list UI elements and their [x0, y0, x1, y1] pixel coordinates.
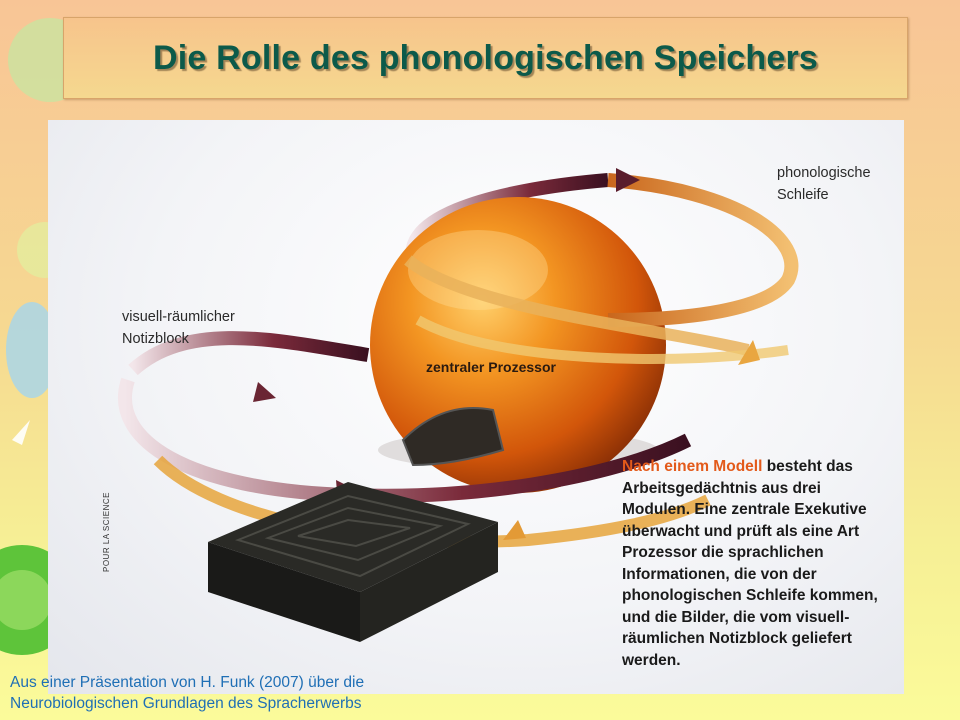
caption-text: besteht das Arbeitsgedächtnis aus drei M…: [622, 458, 878, 669]
deco-triangle: [12, 420, 30, 445]
source-note: Aus einer Präsentation von H. Funk (2007…: [10, 672, 364, 714]
label-central-processor: zentraler Prozessor: [426, 359, 556, 375]
label-visuospatial-sketchpad: visuell-räumlicher Notizblock: [122, 306, 322, 350]
label-visuospatial-line1: visuell-räumlicher: [122, 309, 235, 325]
visuospatial-arrowhead-lower: [503, 520, 526, 540]
caption-highlight: Nach einem Modell: [622, 458, 763, 475]
working-memory-figure: phonologische Schleife visuell-räumliche…: [48, 120, 904, 694]
title-box: Die Rolle des phonologischen Speichers: [63, 17, 908, 99]
source-line1: Aus einer Präsentation von H. Funk (2007…: [10, 674, 365, 691]
label-visuospatial-line2: Notizblock: [122, 331, 189, 347]
source-line2: Neurobiologischen Grundlagen des Sprache…: [10, 695, 362, 712]
slide-title: Die Rolle des phonologischen Speichers: [152, 38, 819, 77]
label-phonological-line1: phonologische: [777, 165, 871, 181]
visuospatial-arrowhead-upper: [253, 382, 276, 402]
image-credit: POUR LA SCIENCE: [102, 492, 111, 572]
figure-caption: Nach einem Modell besteht das Arbeitsged…: [622, 456, 890, 671]
label-phonological-line2: Schleife: [777, 187, 829, 203]
label-phonological-loop: phonologische Schleife: [777, 162, 904, 206]
